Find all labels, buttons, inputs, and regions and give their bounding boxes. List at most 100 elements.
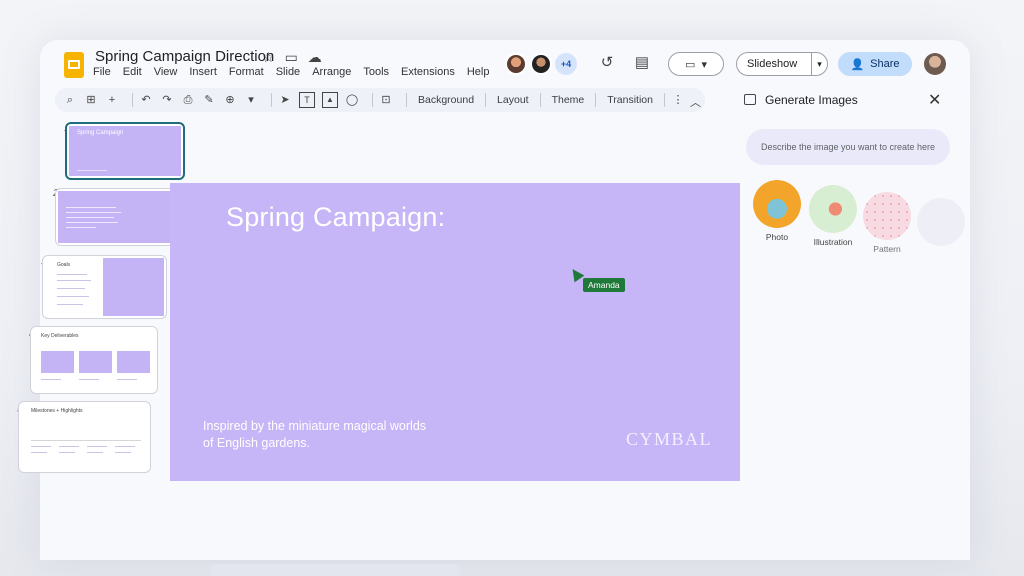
pattern-style-thumbnail — [863, 192, 911, 240]
cymbal-logo[interactable]: CYMBAL — [626, 429, 712, 450]
thumbnail-text-line — [41, 379, 61, 380]
slideshow-label[interactable]: Slideshow — [737, 53, 812, 75]
chevron-down-icon: ▾ — [701, 58, 707, 71]
thumbnail-text-line — [66, 227, 96, 228]
slide-thumbnail-1[interactable]: Spring Campaign — [65, 122, 185, 180]
toolbar-divider — [271, 93, 272, 107]
star-icon[interactable]: ☆ — [262, 49, 275, 66]
avatar[interactable] — [505, 53, 527, 75]
toolbar-divider — [663, 93, 665, 107]
move-folder-icon[interactable]: ▭ — [285, 49, 298, 66]
paint-format-icon[interactable]: ✎ — [202, 93, 216, 107]
thumbnail-title: Key Deliverables — [41, 333, 79, 339]
add-comment-icon[interactable]: ⊡ — [379, 93, 393, 107]
style-option-more[interactable] — [916, 198, 966, 246]
add-icon[interactable]: + — [105, 93, 119, 107]
slide-thumbnail-3[interactable]: Goals — [42, 255, 167, 319]
thumbnail-text-line — [66, 217, 114, 218]
image-icon[interactable]: ▲ — [322, 92, 338, 108]
style-label: Pattern — [873, 244, 901, 254]
menu-format[interactable]: Format — [229, 66, 264, 78]
image-generate-icon — [744, 94, 756, 105]
undo-icon[interactable]: ↶ — [139, 93, 153, 107]
document-title[interactable]: Spring Campaign Direction — [95, 48, 274, 65]
more-options-icon[interactable]: ⋮ — [671, 93, 685, 107]
thumbnail-card — [117, 351, 150, 373]
thumbnail-text-line — [77, 170, 107, 171]
account-avatar[interactable] — [924, 53, 946, 75]
thumbnail-text-line — [59, 446, 79, 447]
menu-view[interactable]: View — [154, 66, 178, 78]
style-option-illustration[interactable]: Illustration — [805, 185, 861, 247]
print-icon[interactable]: ⎙ — [181, 93, 195, 107]
photo-style-thumbnail — [753, 180, 801, 228]
thumbnail-text-line — [66, 207, 116, 208]
thumbnail-text-line — [115, 446, 135, 447]
theme-button[interactable]: Theme — [547, 94, 590, 106]
toolbar-divider — [406, 93, 407, 107]
slide-canvas[interactable]: Spring Campaign: Inspired by the miniatu… — [170, 183, 740, 481]
thumbnail-text-line — [57, 274, 87, 275]
thumbnail-text-line — [59, 452, 75, 453]
bottom-bar — [210, 564, 460, 576]
shape-icon[interactable]: ◯ — [345, 93, 359, 107]
slide-subtitle[interactable]: Inspired by the miniature magical worlds… — [203, 418, 433, 452]
background-button[interactable]: Background — [413, 94, 479, 106]
style-option-photo[interactable]: Photo — [750, 180, 804, 242]
image-prompt-input[interactable]: Describe the image you want to create he… — [746, 129, 950, 165]
toolbar-divider — [132, 93, 133, 107]
style-option-pattern[interactable]: Pattern — [860, 192, 914, 254]
toolbar: ⌕ ⊞ + ↶ ↷ ⎙ ✎ ⊕ ▾ ➤ T ▲ ◯ ⊡ Background L… — [55, 88, 705, 112]
thumbnail-text-line — [117, 379, 137, 380]
zoom-icon[interactable]: ⊕ — [223, 93, 237, 107]
thumbnail-text-line — [57, 304, 83, 305]
select-cursor-icon[interactable]: ➤ — [278, 93, 292, 107]
thumbnail-card — [41, 351, 74, 373]
thumbnail-text-line — [57, 288, 85, 289]
cloud-status-icon[interactable]: ☁ — [308, 49, 322, 66]
thumbnail-text-line — [79, 379, 99, 380]
slides-logo-icon[interactable] — [64, 52, 84, 78]
menu-slide[interactable]: Slide — [276, 66, 300, 78]
slide-thumbnail-5[interactable]: Milestones + Highlights — [18, 401, 151, 473]
thumbnail-text-line — [31, 446, 51, 447]
menu-file[interactable]: File — [93, 66, 111, 78]
transition-button[interactable]: Transition — [602, 94, 658, 106]
collaborator-avatars: +4 — [505, 53, 577, 75]
illustration-style-thumbnail — [809, 185, 857, 233]
collapse-menu-icon[interactable]: ︿ — [690, 94, 701, 110]
slideshow-button[interactable]: Slideshow ▾ — [736, 52, 828, 76]
meet-button[interactable]: ▭ ▾ — [668, 52, 724, 76]
toolbar-divider — [372, 93, 373, 107]
collaborator-cursor-label: Amanda — [583, 278, 625, 292]
more-collaborators-badge[interactable]: +4 — [555, 53, 577, 75]
style-label: Photo — [765, 232, 789, 242]
menu-help[interactable]: Help — [467, 66, 490, 78]
text-box-icon[interactable]: T — [299, 92, 315, 108]
version-history-icon[interactable]: ↺ — [599, 55, 615, 71]
close-icon[interactable]: ✕ — [928, 90, 941, 110]
thumbnail-title: Milestones + Highlights — [31, 408, 83, 414]
thumbnail-title: Spring Campaign — [77, 130, 124, 136]
menu-extensions[interactable]: Extensions — [401, 66, 455, 78]
slide-thumbnail-2[interactable] — [55, 188, 175, 246]
menu-insert[interactable]: Insert — [189, 66, 217, 78]
comments-icon[interactable]: ▤ — [634, 55, 650, 71]
slide-title[interactable]: Spring Campaign: — [226, 202, 445, 233]
slide-thumbnail-4[interactable]: Key Deliverables — [30, 326, 158, 394]
toolbar-divider — [595, 93, 597, 107]
menu-edit[interactable]: Edit — [123, 66, 142, 78]
avatar[interactable] — [530, 53, 552, 75]
thumbnail-timeline — [31, 440, 141, 441]
redo-icon[interactable]: ↷ — [160, 93, 174, 107]
thumbnail-text-line — [115, 452, 131, 453]
slideshow-dropdown-chevron-icon[interactable]: ▾ — [812, 59, 827, 70]
menu-arrange[interactable]: Arrange — [312, 66, 351, 78]
layout-button[interactable]: Layout — [492, 94, 534, 106]
menu-tools[interactable]: Tools — [363, 66, 389, 78]
zoom-dropdown-icon[interactable]: ▾ — [244, 93, 258, 107]
style-label: Illustration — [813, 237, 853, 247]
share-button[interactable]: 👤 Share — [838, 52, 912, 76]
new-slide-icon[interactable]: ⊞ — [84, 93, 98, 107]
search-menus-icon[interactable]: ⌕ — [63, 93, 77, 107]
